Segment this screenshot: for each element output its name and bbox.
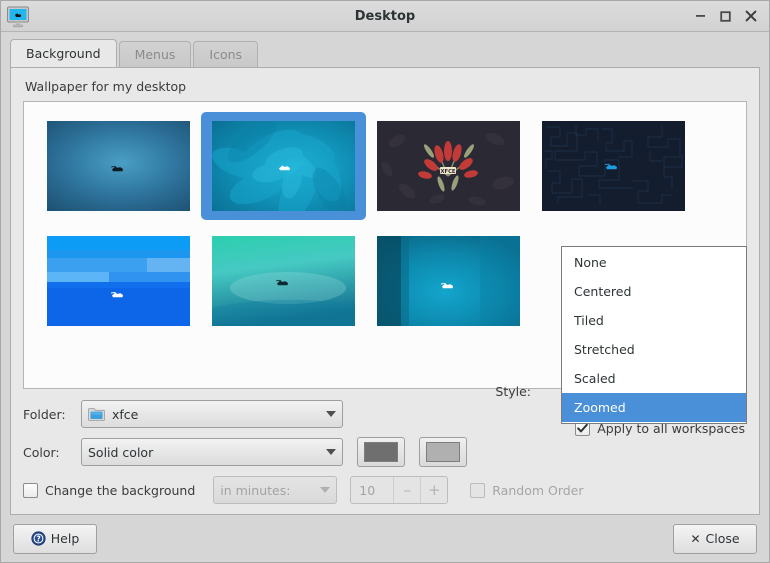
- close-button[interactable]: ✕ Close: [673, 523, 757, 554]
- color-mode-combobox[interactable]: Solid color: [81, 438, 343, 466]
- desktop-monitor-icon: [6, 6, 30, 28]
- maximize-button[interactable]: [716, 7, 735, 26]
- style-option-none[interactable]: None: [562, 248, 746, 277]
- style-option-label: Tiled: [574, 313, 604, 328]
- help-button-label: Help: [50, 531, 80, 546]
- wallpaper-item-xfce-teal-gradient[interactable]: [201, 227, 366, 335]
- chevron-down-icon: [326, 449, 336, 455]
- window-title: Desktop: [354, 8, 416, 24]
- close-button-label: Close: [705, 531, 740, 546]
- interval-unit-combobox[interactable]: in minutes:: [213, 476, 338, 504]
- tab-icons[interactable]: Icons: [193, 41, 259, 67]
- wallpaper-thumbnail: [212, 236, 355, 326]
- style-option-stretched[interactable]: Stretched: [562, 335, 746, 364]
- change-background-label: Change the background: [45, 482, 196, 498]
- wallpaper-row-1: XFCE: [36, 112, 734, 220]
- style-option-label: Centered: [574, 284, 632, 299]
- chevron-down-icon: [320, 487, 331, 493]
- folder-combobox[interactable]: xfce: [81, 400, 343, 428]
- chevron-down-icon: [326, 411, 336, 417]
- check-icon: [577, 423, 589, 433]
- wallpaper-item-xfce-dark-maze[interactable]: [531, 112, 696, 220]
- tab-menus-label: Menus: [134, 47, 176, 62]
- color-mode-value: Solid color: [88, 444, 154, 460]
- folder-label: Folder:: [23, 406, 66, 422]
- close-window-button[interactable]: [741, 7, 760, 26]
- color-swatch-secondary-button[interactable]: [419, 437, 467, 467]
- tab-strip: Background Menus Icons: [10, 38, 760, 67]
- action-bar: ? Help ✕ Close: [1, 515, 769, 562]
- wallpaper-thumbnail: [542, 121, 685, 211]
- random-order-label: Random Order: [492, 482, 584, 498]
- color-chip-secondary: [426, 442, 460, 462]
- color-chip-primary: [364, 442, 398, 462]
- spinner-decrement-button[interactable]: –: [393, 477, 420, 503]
- style-dropdown-menu[interactable]: None Centered Tiled Stretched Scaled Zoo…: [561, 246, 747, 424]
- wallpaper-thumbnail: [47, 121, 190, 211]
- tab-background[interactable]: Background: [10, 39, 117, 67]
- style-option-centered[interactable]: Centered: [562, 277, 746, 306]
- wallpaper-section-label: Wallpaper for my desktop: [25, 79, 187, 94]
- svg-text:?: ?: [36, 535, 40, 544]
- minimize-button[interactable]: [691, 7, 710, 26]
- wallpaper-thumbnail: [47, 236, 190, 326]
- random-order-checkbox[interactable]: Random Order: [470, 482, 584, 498]
- window-controls: [691, 7, 769, 26]
- spinner-increment-button[interactable]: +: [420, 477, 447, 503]
- wallpaper-thumbnail: XFCE: [377, 121, 520, 211]
- folder-value: xfce: [112, 406, 139, 422]
- color-row: Color: Solid color: [23, 437, 747, 467]
- style-option-label: Zoomed: [574, 400, 626, 415]
- close-icon: ✕: [690, 531, 701, 546]
- color-label: Color:: [23, 444, 60, 460]
- wallpaper-item-xfce-red-flower[interactable]: XFCE: [366, 112, 531, 220]
- desktop-settings-window: Desktop Background Menus Icons Wallpaper…: [0, 0, 770, 563]
- style-option-label: None: [574, 255, 607, 270]
- wallpaper-item-xfce-blue-glow[interactable]: [36, 112, 201, 220]
- style-label: Style:: [495, 384, 531, 399]
- help-icon: ?: [31, 531, 46, 546]
- tab-icons-label: Icons: [209, 47, 243, 62]
- change-background-row: Change the background in minutes: 10 – +…: [23, 476, 747, 504]
- style-option-label: Scaled: [574, 371, 616, 386]
- tab-background-label: Background: [26, 46, 101, 61]
- svg-text:XFCE: XFCE: [441, 169, 456, 175]
- style-option-scaled[interactable]: Scaled: [562, 364, 746, 393]
- wallpaper-thumbnail: [212, 121, 355, 211]
- change-background-checkbox[interactable]: Change the background: [23, 482, 196, 498]
- checkbox-box: [23, 482, 38, 498]
- interval-unit-value: in minutes:: [220, 482, 291, 498]
- wallpaper-item-xfce-blue-stripes[interactable]: [36, 227, 201, 335]
- style-option-label: Stretched: [574, 342, 635, 357]
- wallpaper-item-xfce-cyan-bands[interactable]: [366, 227, 531, 335]
- wallpaper-item-xfce-teal-spiral[interactable]: [201, 112, 366, 220]
- color-swatch-primary-button[interactable]: [357, 437, 405, 467]
- help-button[interactable]: ? Help: [13, 523, 97, 554]
- style-option-tiled[interactable]: Tiled: [562, 306, 746, 335]
- wallpaper-thumbnail: [377, 236, 520, 326]
- folder-icon: [88, 407, 105, 421]
- interval-value: 10: [359, 482, 376, 498]
- tab-menus[interactable]: Menus: [118, 41, 192, 67]
- titlebar: Desktop: [1, 1, 769, 32]
- style-option-zoomed[interactable]: Zoomed: [562, 393, 746, 422]
- interval-spinner[interactable]: 10 – +: [350, 476, 449, 504]
- checkbox-box: [470, 482, 486, 498]
